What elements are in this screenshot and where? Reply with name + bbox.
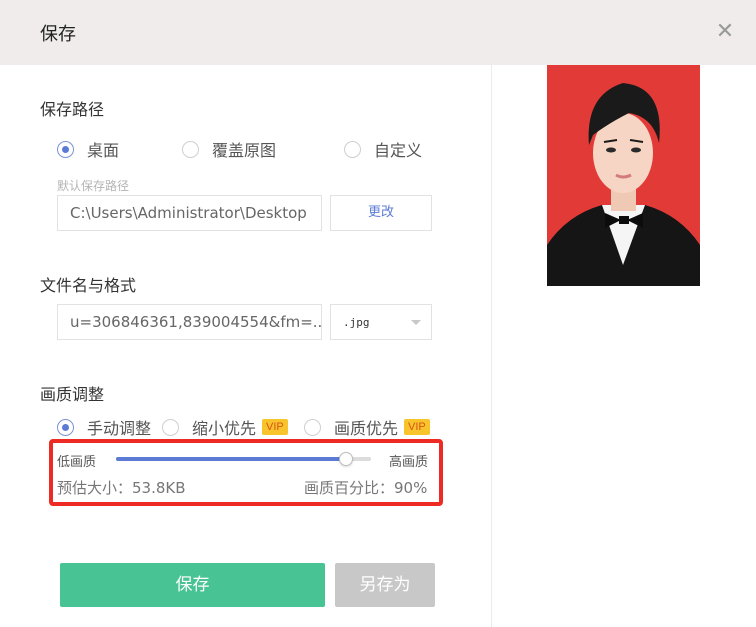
- radio-desktop[interactable]: 桌面: [57, 137, 119, 161]
- save-path-title: 保存路径: [40, 100, 105, 119]
- radio-dot: [57, 140, 74, 158]
- radio-label: 自定义: [374, 141, 423, 160]
- radio-label: 缩小优先: [192, 419, 257, 438]
- panel-divider: [491, 65, 492, 627]
- quality-percent: 画质百分比：90%: [304, 479, 428, 497]
- chevron-down-icon: [411, 320, 421, 325]
- radio-label: 覆盖原图: [212, 141, 277, 160]
- radio-dot: [182, 140, 199, 158]
- quality-section-title: 画质调整: [40, 385, 105, 404]
- low-quality-label: 低画质: [57, 455, 97, 470]
- close-icon[interactable]: ✕: [712, 19, 738, 45]
- high-quality-label: 高画质: [389, 455, 429, 470]
- radio-dot: [57, 418, 74, 436]
- save-button[interactable]: 保存: [60, 563, 325, 607]
- quality-slider[interactable]: [116, 452, 371, 466]
- format-value: .jpg: [343, 316, 370, 329]
- save-as-button: 另存为: [335, 563, 435, 607]
- radio-dot: [344, 140, 361, 158]
- default-path-hint: 默认保存路径: [57, 179, 130, 193]
- dialog-titlebar: 保存 ✕: [0, 0, 756, 65]
- radio-label: 桌面: [87, 141, 120, 160]
- dialog-title: 保存: [40, 24, 76, 45]
- file-name-field[interactable]: u=306846361,839004554&fm=...: [57, 304, 322, 340]
- vip-badge: VIP: [404, 419, 430, 435]
- radio-manual[interactable]: 手动调整: [57, 415, 151, 439]
- format-select[interactable]: .jpg: [330, 304, 432, 340]
- slider-handle[interactable]: [338, 452, 353, 466]
- radio-label: 画质优先: [334, 419, 399, 438]
- file-section-title: 文件名与格式: [40, 276, 137, 295]
- portrait-image: [547, 65, 700, 286]
- slider-fill: [116, 457, 346, 461]
- save-path-field[interactable]: C:\Users\Administrator\Desktop: [57, 195, 322, 231]
- estimated-size: 预估大小：53.8KB: [57, 479, 186, 497]
- vip-badge: VIP: [262, 419, 288, 435]
- radio-dot: [304, 418, 321, 436]
- change-path-button[interactable]: 更改: [330, 195, 432, 231]
- radio-custom[interactable]: 自定义: [344, 137, 422, 161]
- radio-quality-priority[interactable]: 画质优先 VIP: [304, 415, 430, 439]
- radio-label: 手动调整: [87, 419, 152, 438]
- photo-preview: [547, 65, 700, 286]
- radio-size-priority[interactable]: 缩小优先 VIP: [162, 415, 288, 439]
- radio-overwrite[interactable]: 覆盖原图: [182, 137, 276, 161]
- radio-dot: [162, 418, 179, 436]
